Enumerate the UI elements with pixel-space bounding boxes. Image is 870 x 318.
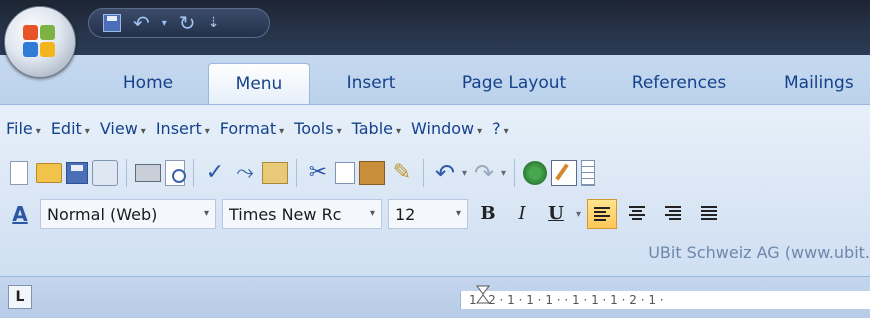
company-label: UBit Schweiz AG (www.ubit. (648, 243, 870, 262)
office-button[interactable] (4, 6, 76, 78)
save-icon[interactable] (103, 14, 121, 32)
office-logo-icon (23, 25, 57, 59)
style-select[interactable]: Normal (Web) ▾ (40, 199, 216, 229)
menu-table[interactable]: Table ▾ (352, 119, 401, 138)
ribbon-panel: File ▾ Edit ▾ View ▾ Insert ▾ Format ▾ Tools ▾… (0, 104, 870, 276)
quick-access-toolbar: ↶ ▾ ↻ ⇣ (88, 8, 270, 38)
underline-dropdown-icon[interactable]: ▾ (576, 209, 581, 220)
toolbar-separator (126, 159, 127, 187)
undo-icon[interactable]: ↶ (432, 160, 458, 186)
chevron-down-icon: ▾ (455, 208, 461, 219)
chevron-down-icon: ▾ (369, 208, 375, 219)
menu-view[interactable]: View ▾ (100, 119, 146, 138)
bold-button[interactable]: B (474, 200, 502, 228)
new-document-icon[interactable] (10, 161, 28, 185)
menu-window[interactable]: Window ▾ (411, 119, 482, 138)
tab-references[interactable]: References (614, 63, 744, 104)
print-icon[interactable] (135, 164, 161, 182)
menu-format[interactable]: Format ▾ (220, 119, 284, 138)
tab-home[interactable]: Home (108, 63, 188, 104)
classic-menu-bar: File ▾ Edit ▾ View ▾ Insert ▾ Format ▾ Tools ▾… (6, 119, 509, 138)
font-select[interactable]: Times New Rc ▾ (222, 199, 382, 229)
underline-button[interactable]: U (542, 200, 570, 228)
formatting-toolbar: A Normal (Web) ▾ Times New Rc ▾ 12 ▾ B I U … (6, 197, 725, 231)
undo-dropdown-icon[interactable]: ▾ (462, 168, 467, 179)
toolbar-separator (514, 159, 516, 187)
menu-file[interactable]: File ▾ (6, 119, 41, 138)
redo-icon[interactable]: ↻ (179, 13, 196, 33)
justify-button[interactable] (695, 199, 725, 229)
format-painter-icon[interactable]: ✎ (389, 160, 415, 186)
cut-icon[interactable]: ✂ (305, 160, 331, 186)
standard-toolbar: ✓ ⤳ ✂ ✎ ↶ ▾ ↷ ▾ (6, 155, 596, 191)
redo-icon[interactable]: ↷ (471, 160, 497, 186)
align-right-button[interactable] (659, 199, 689, 229)
tab-mailings[interactable]: Mailings (784, 63, 870, 104)
save-icon[interactable] (66, 162, 88, 184)
align-center-button[interactable] (623, 199, 653, 229)
ruler-bar: L 1 · 2 · 1 · 1 · 1 · · 1 · 1 · 1 · 2 · … (0, 276, 870, 318)
spelling-check-icon[interactable]: ✓ (202, 160, 228, 186)
title-bar: ↶ ▾ ↻ ⇣ (0, 0, 870, 55)
menu-edit[interactable]: Edit ▾ (51, 119, 90, 138)
menu-insert[interactable]: Insert ▾ (156, 119, 210, 138)
customize-qat-icon[interactable]: ⇣ (208, 15, 220, 31)
permission-icon[interactable] (92, 160, 118, 186)
indent-marker-icon[interactable] (476, 285, 490, 311)
styles-icon[interactable]: A (6, 202, 34, 226)
toolbar-separator (193, 159, 194, 187)
menu-tools[interactable]: Tools ▾ (294, 119, 341, 138)
table-icon[interactable] (581, 160, 596, 186)
tab-page-layout[interactable]: Page Layout (440, 63, 588, 104)
tab-selector[interactable]: L (8, 285, 32, 309)
horizontal-ruler[interactable]: 1 · 2 · 1 · 1 · 1 · · 1 · 1 · 1 · 2 · 1 … (460, 291, 870, 309)
hyperlink-icon[interactable] (523, 161, 548, 185)
open-folder-icon[interactable] (36, 163, 62, 183)
copy-icon[interactable] (335, 162, 355, 184)
ribbon-tab-strip: Home Menu Insert Page Layout References … (0, 55, 870, 104)
align-left-button[interactable] (587, 199, 618, 229)
research-icon[interactable]: ⤳ (232, 160, 258, 186)
undo-dropdown-icon[interactable]: ▾ (162, 18, 167, 29)
font-size-select[interactable]: 12 ▾ (388, 199, 468, 229)
toolbar-separator (296, 159, 297, 187)
toolbar-separator (423, 159, 424, 187)
tab-insert[interactable]: Insert (330, 63, 412, 104)
redo-dropdown-icon[interactable]: ▾ (501, 168, 506, 179)
italic-button[interactable]: I (508, 200, 536, 228)
undo-icon[interactable]: ↶ (133, 13, 150, 33)
tab-menu[interactable]: Menu (208, 63, 310, 104)
menu-help[interactable]: ? ▾ (492, 119, 509, 138)
paste-icon[interactable] (359, 161, 385, 185)
drawing-icon[interactable] (551, 160, 578, 186)
chevron-down-icon: ▾ (203, 208, 209, 219)
print-preview-icon[interactable] (165, 160, 186, 186)
word-count-icon[interactable] (262, 162, 288, 184)
